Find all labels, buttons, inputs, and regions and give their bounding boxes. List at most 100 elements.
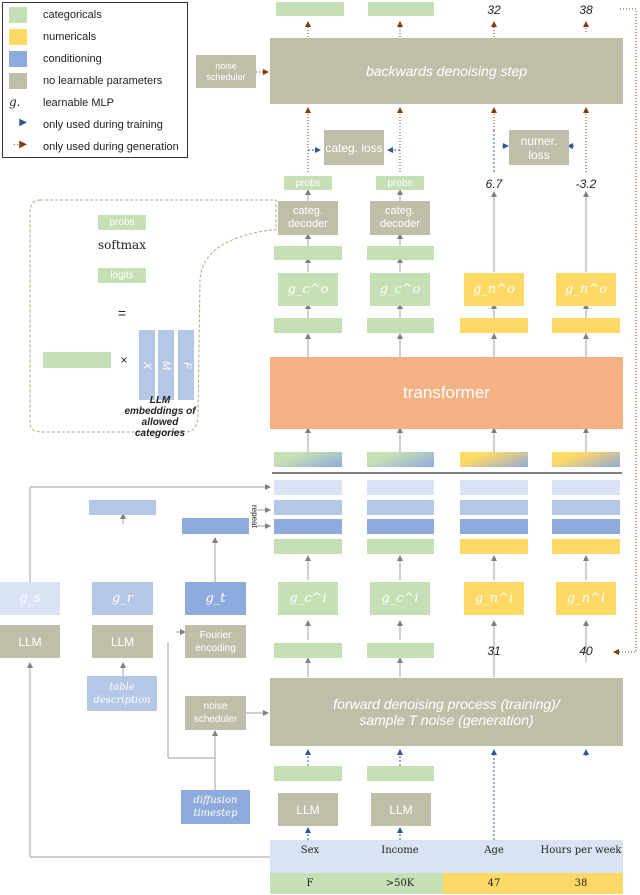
blue-arrow-icon: ▶: [19, 117, 27, 128]
time-cond-embedding: [182, 518, 249, 534]
cond-t-2: [367, 519, 434, 534]
categ-decoder-1: categ. decoder: [278, 201, 338, 235]
categ-decoder-2: categ. decoder: [370, 201, 430, 235]
noise-scheduler-bottom: noise scheduler: [185, 696, 246, 730]
cond-s-4: [552, 480, 620, 495]
legend-item-training: ▶ only used during training: [9, 117, 163, 133]
backwards-denoising-step: backwards denoising step: [270, 38, 623, 104]
input-emb-3: [460, 539, 528, 554]
cond-r-1: [274, 500, 342, 515]
input-emb-4: [552, 539, 620, 554]
cond-r-2: [367, 500, 434, 515]
mlp-g-r: g_r: [92, 582, 153, 615]
probs-1: probs: [284, 176, 332, 190]
column-header-sex: Sex: [300, 844, 320, 856]
summed-embedding-4: [552, 452, 620, 467]
numeric-output-1: 6.7: [485, 177, 503, 191]
transformer-block: transformer: [270, 357, 623, 429]
embedding-f: F: [178, 330, 194, 400]
legend: categoricals numericals conditioning no …: [2, 2, 188, 158]
diffusion-timestep: diffusion timestep: [181, 790, 250, 824]
cell-income: >50K: [385, 878, 415, 889]
legend-item-mlp: g. learnable MLP: [9, 95, 114, 109]
yellow-swatch: [9, 29, 27, 45]
embedding-x: X: [139, 330, 155, 400]
output-cat-2: [368, 2, 434, 16]
mlp-g-n-i-2: g_n^i: [556, 582, 616, 615]
cond-t-3: [460, 519, 528, 534]
fourier-encoding: Fourier encoding: [185, 625, 246, 658]
inset-softmax: softmax: [98, 238, 146, 252]
summed-embedding-1: [274, 452, 342, 467]
legend-item-no-params: no learnable parameters: [9, 73, 162, 89]
inset-embedding: [43, 352, 111, 368]
legend-item-numericals: numericals: [9, 29, 96, 45]
transformer-out-1: [274, 318, 342, 333]
column-header-hours: Hours per week: [540, 844, 622, 856]
column-header-age: Age: [484, 844, 504, 856]
output-num-1: 32: [487, 3, 501, 17]
legend-item-generation: ··▶ only used during generation: [9, 139, 179, 155]
brown-dotted-arrow-icon: ··▶: [12, 139, 27, 150]
cond-r-3: [460, 500, 528, 515]
mlp-g-n-o-1: g_n^o: [464, 273, 524, 306]
cat-embedding-out-2: [367, 246, 434, 260]
mlp-g-c-i-2: g_c^i: [370, 582, 430, 615]
llm-emb-1: [274, 766, 342, 781]
mlp-symbol-icon: g.: [9, 95, 21, 109]
legend-item-categoricals: categoricals: [9, 7, 102, 23]
noisy-cat-1: [274, 643, 342, 658]
forward-denoising-process: forward denoising process (training)/ sa…: [270, 678, 623, 746]
numeric-output-2: -3.2: [575, 177, 597, 191]
cell-age: 47: [487, 878, 501, 889]
table-cond-embedding: [89, 500, 156, 515]
cat-embedding-out-1: [274, 246, 342, 260]
output-num-2: 38: [579, 3, 593, 17]
transformer-out-2: [367, 318, 434, 333]
column-header-income: Income: [381, 844, 419, 856]
cond-t-1: [274, 519, 342, 534]
cond-s-3: [460, 480, 528, 495]
mlp-g-c-o-1: g_c^o: [278, 273, 338, 306]
input-emb-1: [274, 539, 342, 554]
mlp-g-c-o-2: g_c^o: [370, 273, 430, 306]
transformer-out-3: [460, 318, 528, 333]
mlp-g-n-i-1: g_n^i: [464, 582, 524, 615]
noisy-cat-2: [367, 643, 434, 658]
noise-scheduler-top: noise scheduler: [196, 55, 256, 88]
cond-t-4: [552, 519, 620, 534]
green-swatch: [9, 7, 27, 23]
table-description: table description: [87, 676, 157, 711]
llm-r: LLM: [92, 625, 153, 658]
mlp-g-c-i-1: g_c^i: [278, 582, 338, 615]
numer-loss: numer. loss: [509, 130, 569, 165]
inset-equals: =: [117, 305, 127, 321]
llm-emb-2: [367, 766, 434, 781]
cond-s-1: [274, 480, 342, 495]
noisy-num-2: 40: [579, 644, 593, 658]
mlp-g-n-o-2: g_n^o: [556, 273, 616, 306]
inset-caption: LLM embeddings of allowed categories: [124, 395, 196, 439]
cond-s-2: [367, 480, 434, 495]
mlp-g-t: g_t: [185, 582, 246, 615]
cond-r-4: [552, 500, 620, 515]
noisy-num-1: 31: [487, 644, 501, 658]
gray-swatch: [9, 73, 27, 89]
summed-embedding-3: [460, 452, 528, 467]
inset-times: ×: [120, 353, 128, 367]
output-cat-1: [276, 2, 344, 16]
cell-hours: 38: [574, 878, 588, 889]
llm-col-2: LLM: [371, 793, 431, 826]
input-emb-2: [367, 539, 434, 554]
blue-swatch: [9, 51, 27, 67]
llm-col-1: LLM: [278, 793, 338, 826]
inset-logits: logits: [98, 268, 146, 283]
inset-probs: probs: [98, 215, 146, 230]
transformer-out-4: [552, 318, 620, 333]
llm-s: LLM: [0, 625, 60, 658]
categ-loss: categ. loss: [324, 130, 384, 165]
cell-sex: F: [306, 878, 314, 889]
mlp-g-s: g_s: [0, 582, 60, 615]
legend-item-conditioning: conditioning: [9, 51, 102, 67]
summed-embedding-2: [367, 452, 434, 467]
